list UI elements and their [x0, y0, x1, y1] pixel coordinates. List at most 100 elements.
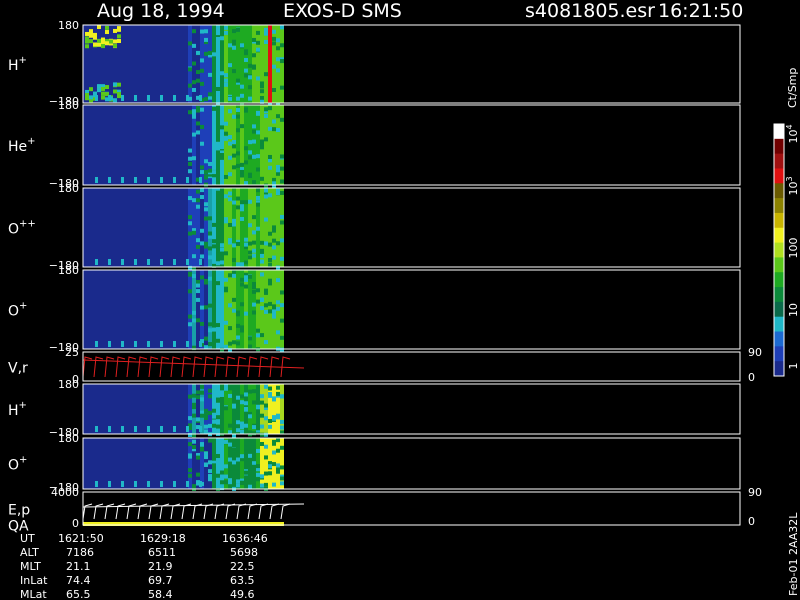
heatmap-cell [173, 426, 176, 432]
heatmap-cell [224, 131, 228, 136]
heatmap-cell [101, 91, 105, 96]
panel-5: V,r250900 [8, 346, 762, 386]
heatmap-cell [93, 42, 97, 47]
heatmap-cell [232, 297, 236, 302]
heatmap-cell [236, 479, 240, 484]
heatmap-cell [204, 174, 208, 179]
colorbar-swatch [774, 316, 784, 333]
heatmap-cell [108, 177, 111, 183]
heatmap-cell [220, 255, 224, 260]
heatmap-cell [256, 328, 260, 333]
panel-tick-top: 180 [58, 378, 79, 391]
heatmap-column [244, 105, 248, 185]
heatmap-cell [188, 265, 192, 270]
heatmap-cell [113, 43, 117, 48]
colorbar-swatch [774, 153, 784, 169]
heatmap-cell [200, 413, 204, 418]
heatmap-column [244, 438, 248, 489]
heatmap-cell [204, 462, 208, 467]
heatmap-cell [224, 464, 228, 469]
heatmap-cell [204, 278, 208, 283]
heatmap-cell [216, 161, 220, 166]
heatmap-cell [236, 474, 240, 479]
heatmap-cell [236, 151, 240, 156]
heatmap-cell [248, 75, 252, 80]
heatmap-cell [260, 333, 264, 338]
heatmap-column [280, 188, 284, 267]
heatmap-cell [220, 480, 224, 485]
heatmap-cell [256, 384, 260, 389]
heatmap-cell [276, 278, 280, 283]
heatmap-cell [236, 205, 240, 210]
heatmap-cell [212, 170, 216, 175]
heatmap-cell [188, 110, 192, 115]
heatmap-cell [260, 483, 264, 488]
heatmap-column [264, 270, 268, 349]
heatmap-cell [268, 471, 272, 476]
heatmap-cell [204, 241, 208, 246]
panel-tick-bottom: 0 [72, 517, 79, 530]
heatmap-cell [264, 217, 268, 222]
heatmap-cell [173, 341, 176, 347]
heatmap-cell [216, 281, 220, 286]
heatmap-cell [280, 238, 284, 243]
heatmap-cell [196, 318, 200, 323]
heatmap-cell [117, 34, 121, 39]
heatmap-cell [196, 204, 200, 209]
heatmap-cell [236, 128, 240, 133]
heatmap-cell [248, 449, 252, 454]
colorbar-swatch [774, 168, 784, 184]
heatmap-cell [276, 448, 280, 453]
heatmap-cell [252, 129, 256, 134]
panel-tick-top: 180 [58, 432, 79, 445]
heatmap-cell [204, 29, 208, 34]
heatmap-cell [212, 408, 216, 413]
heatmap-column [240, 188, 244, 267]
heatmap-cell [236, 420, 240, 425]
heatmap-cell [208, 246, 212, 251]
heatmap-cell [244, 181, 248, 186]
colorbar-swatch [774, 301, 784, 318]
heatmap-cell [224, 194, 228, 199]
panel-heatmap [83, 25, 284, 107]
heatmap-cell [208, 231, 212, 236]
heatmap-column [192, 270, 196, 349]
heatmap-cell [220, 470, 224, 475]
heatmap-cell [105, 25, 109, 30]
heatmap-cell [252, 248, 256, 253]
heatmap-cell [196, 395, 200, 400]
heatmap-cell [260, 141, 264, 146]
colorbar-unit: Ct/Smp [786, 68, 799, 108]
heatmap-column [204, 25, 208, 103]
panel-label: O++ [8, 219, 36, 238]
heatmap-cell [212, 123, 216, 128]
heatmap-cell [220, 95, 224, 100]
heatmap-cell [264, 290, 268, 295]
heatmap-cell [212, 52, 216, 57]
heatmap-column [236, 384, 240, 434]
heatmap-cell [220, 327, 224, 332]
heatmap-cell [224, 30, 228, 35]
heatmap-cell [113, 82, 117, 87]
heatmap-column [272, 384, 276, 434]
heatmap-cell [220, 287, 224, 292]
heatmap-cell [192, 61, 196, 66]
heatmap-cell [147, 177, 150, 183]
heatmap-cell [220, 284, 224, 289]
heatmap-cell [264, 113, 268, 118]
heatmap-cell [232, 308, 236, 313]
heatmap-cell [196, 297, 200, 302]
heatmap-cell [232, 273, 236, 278]
heatmap-cell [216, 484, 220, 489]
heatmap-cell [188, 416, 192, 421]
heatmap-cell [248, 453, 252, 458]
heatmap-cell [244, 108, 248, 113]
panel-label: V,r [8, 361, 28, 377]
heatmap-cell [264, 482, 268, 487]
heatmap-cell [272, 309, 276, 314]
heatmap-cell [272, 127, 276, 132]
heatmap-column [208, 270, 212, 349]
heatmap-cell [240, 429, 244, 434]
heatmap-cell [160, 426, 163, 432]
heatmap-cell [228, 393, 232, 398]
